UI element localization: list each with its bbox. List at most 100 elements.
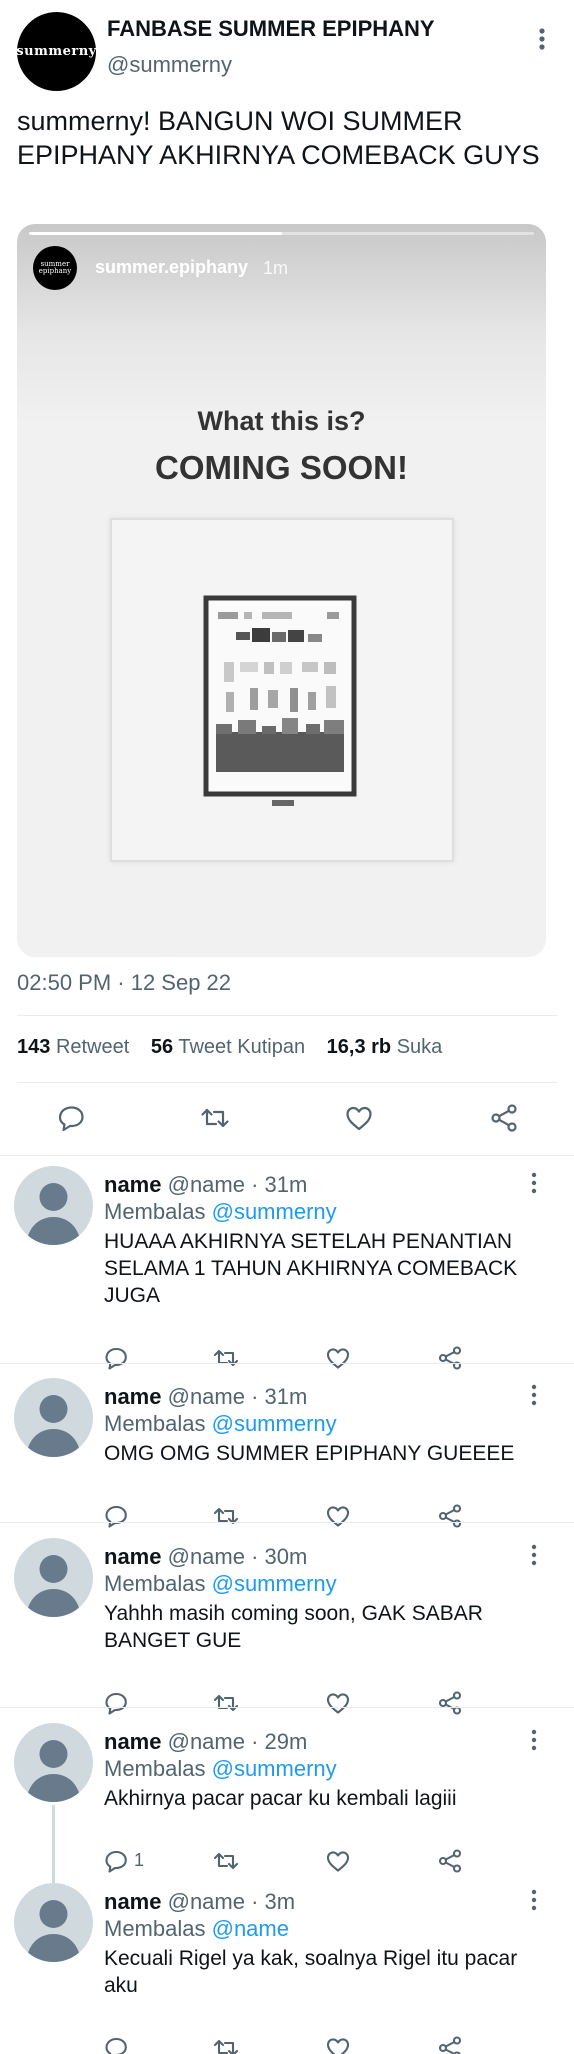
retweet-label: Retweet: [55, 1036, 130, 1058]
retweet-stat[interactable]: 143 Retweet: [17, 1036, 129, 1058]
more-options-icon[interactable]: [524, 1727, 544, 1753]
tweet-media-image[interactable]: summer epiphany summer.epiphany 1m What …: [17, 224, 546, 957]
share-icon[interactable]: [436, 1344, 464, 1372]
reply-time: · 31m: [251, 1172, 308, 1197]
comment-icon[interactable]: [102, 1344, 130, 1372]
reply-time: · 30m: [251, 1544, 308, 1569]
more-options-icon[interactable]: [530, 24, 554, 54]
divider: [0, 1522, 574, 1523]
reply-time: · 31m: [251, 1384, 308, 1409]
heart-icon[interactable]: [324, 1847, 352, 1875]
quote-tweet-stat[interactable]: 56 Tweet Kutipan: [151, 1036, 305, 1058]
like-count: 16,3 rb: [326, 1036, 392, 1058]
reply-text: Akhirnya pacar pacar ku kembali lagiii: [104, 1787, 457, 1810]
divider: [17, 1082, 557, 1083]
story-headline: COMING SOON!: [155, 449, 408, 486]
retweet-icon[interactable]: [212, 1847, 240, 1875]
reply-author[interactable]: name @name · 31m: [104, 1384, 307, 1410]
reply-action-bar: 1: [0, 1847, 574, 1877]
comment-icon[interactable]: [102, 1502, 130, 1530]
username-handle[interactable]: @summerny: [107, 52, 232, 78]
more-options-icon[interactable]: [524, 1382, 544, 1408]
more-options-icon[interactable]: [524, 1887, 544, 1913]
reply-author[interactable]: name @name · 31m: [104, 1172, 307, 1198]
replying-to-mention[interactable]: @summerny: [212, 1756, 337, 1781]
replying-to: Membalas @summerny: [104, 1411, 337, 1437]
comment-icon[interactable]: [102, 1847, 130, 1875]
like-label: Suka: [396, 1036, 443, 1058]
reply-handle: @name: [167, 1544, 245, 1569]
avatar[interactable]: [14, 1723, 93, 1802]
heart-icon[interactable]: [324, 2034, 352, 2054]
default-avatar-icon: [26, 1555, 81, 1617]
retweet-icon[interactable]: [212, 2034, 240, 2054]
story-time: 1m: [263, 258, 289, 278]
heart-icon[interactable]: [324, 1689, 352, 1717]
reply-time: · 29m: [251, 1729, 308, 1754]
reply-action-bar: [0, 1344, 574, 1374]
share-icon[interactable]: [436, 1847, 464, 1875]
tweet-stats: 143 Retweet 56 Tweet Kutipan 16,3 rb Suk…: [17, 1036, 442, 1059]
retweet-icon[interactable]: [199, 1102, 231, 1134]
replying-to-mention[interactable]: @summerny: [212, 1411, 337, 1436]
story-username: summer.epiphany: [95, 257, 249, 277]
replying-to-label: Membalas: [104, 1916, 206, 1941]
main-tweet: summerny FANBASE SUMMER EPIPHANY @summer…: [0, 0, 574, 1155]
replying-to-label: Membalas: [104, 1756, 206, 1781]
reply-count: 1: [134, 1850, 145, 1870]
heart-icon[interactable]: [343, 1102, 375, 1134]
avatar[interactable]: [14, 1378, 93, 1457]
replying-to-mention[interactable]: @summerny: [212, 1199, 337, 1224]
reply-text: OMG OMG SUMMER EPIPHANY GUEEEE: [104, 1442, 515, 1465]
display-name[interactable]: FANBASE SUMMER EPIPHANY: [107, 16, 435, 42]
reply-action-bar: [0, 1689, 574, 1719]
replying-to-label: Membalas: [104, 1571, 206, 1596]
avatar[interactable]: [14, 1538, 93, 1617]
avatar[interactable]: summerny: [16, 12, 96, 91]
share-icon[interactable]: [488, 1102, 520, 1134]
reply-text: Kecuali Rigel ya kak, soalnya Rigel itu …: [104, 1947, 518, 1997]
divider: [0, 1707, 574, 1708]
reply-display-name: name: [104, 1172, 162, 1197]
retweet-icon[interactable]: [212, 1502, 240, 1530]
story-progress-bar: [29, 232, 534, 235]
share-icon[interactable]: [436, 2034, 464, 2054]
more-options-icon[interactable]: [524, 1170, 544, 1196]
reply-author[interactable]: name @name · 29m: [104, 1729, 307, 1755]
like-stat[interactable]: 16,3 rb Suka: [327, 1036, 443, 1058]
heart-icon[interactable]: [324, 1502, 352, 1530]
divider: [0, 1363, 574, 1364]
reply-author[interactable]: name @name · 30m: [104, 1544, 307, 1570]
reply-handle: @name: [167, 1889, 245, 1914]
share-icon[interactable]: [436, 1502, 464, 1530]
divider: [17, 1015, 557, 1016]
story-avatar: summer epiphany: [33, 246, 77, 290]
comment-icon[interactable]: [102, 1689, 130, 1717]
reply-handle: @name: [167, 1729, 245, 1754]
avatar[interactable]: [14, 1883, 93, 1962]
default-avatar-icon: [26, 1740, 81, 1802]
comment-icon[interactable]: [55, 1102, 87, 1134]
replying-to: Membalas @summerny: [104, 1199, 337, 1225]
tweet-timestamp[interactable]: 02:50 PM · 12 Sep 22: [17, 970, 231, 996]
share-icon[interactable]: [436, 1689, 464, 1717]
replying-to: Membalas @summerny: [104, 1756, 337, 1782]
comment-icon[interactable]: [102, 2034, 130, 2054]
replying-to-mention[interactable]: @name: [212, 1916, 289, 1941]
replying-to-mention[interactable]: @summerny: [212, 1571, 337, 1596]
avatar[interactable]: [14, 1166, 93, 1245]
replying-to: Membalas @summerny: [104, 1571, 337, 1597]
reply-handle: @name: [167, 1384, 245, 1409]
default-avatar-icon: [26, 1183, 81, 1245]
tweet-action-bar: [0, 1094, 574, 1140]
heart-icon[interactable]: [324, 1344, 352, 1372]
retweet-icon[interactable]: [212, 1344, 240, 1372]
quote-count: 56: [150, 1036, 174, 1058]
retweet-icon[interactable]: [212, 1689, 240, 1717]
retweet-count: 143: [17, 1036, 51, 1058]
thread-connector-line: [52, 1805, 55, 1883]
reply-display-name: name: [104, 1889, 162, 1914]
default-avatar-icon: [26, 1395, 81, 1457]
more-options-icon[interactable]: [524, 1542, 544, 1568]
reply-author[interactable]: name @name · 3m: [104, 1889, 295, 1915]
